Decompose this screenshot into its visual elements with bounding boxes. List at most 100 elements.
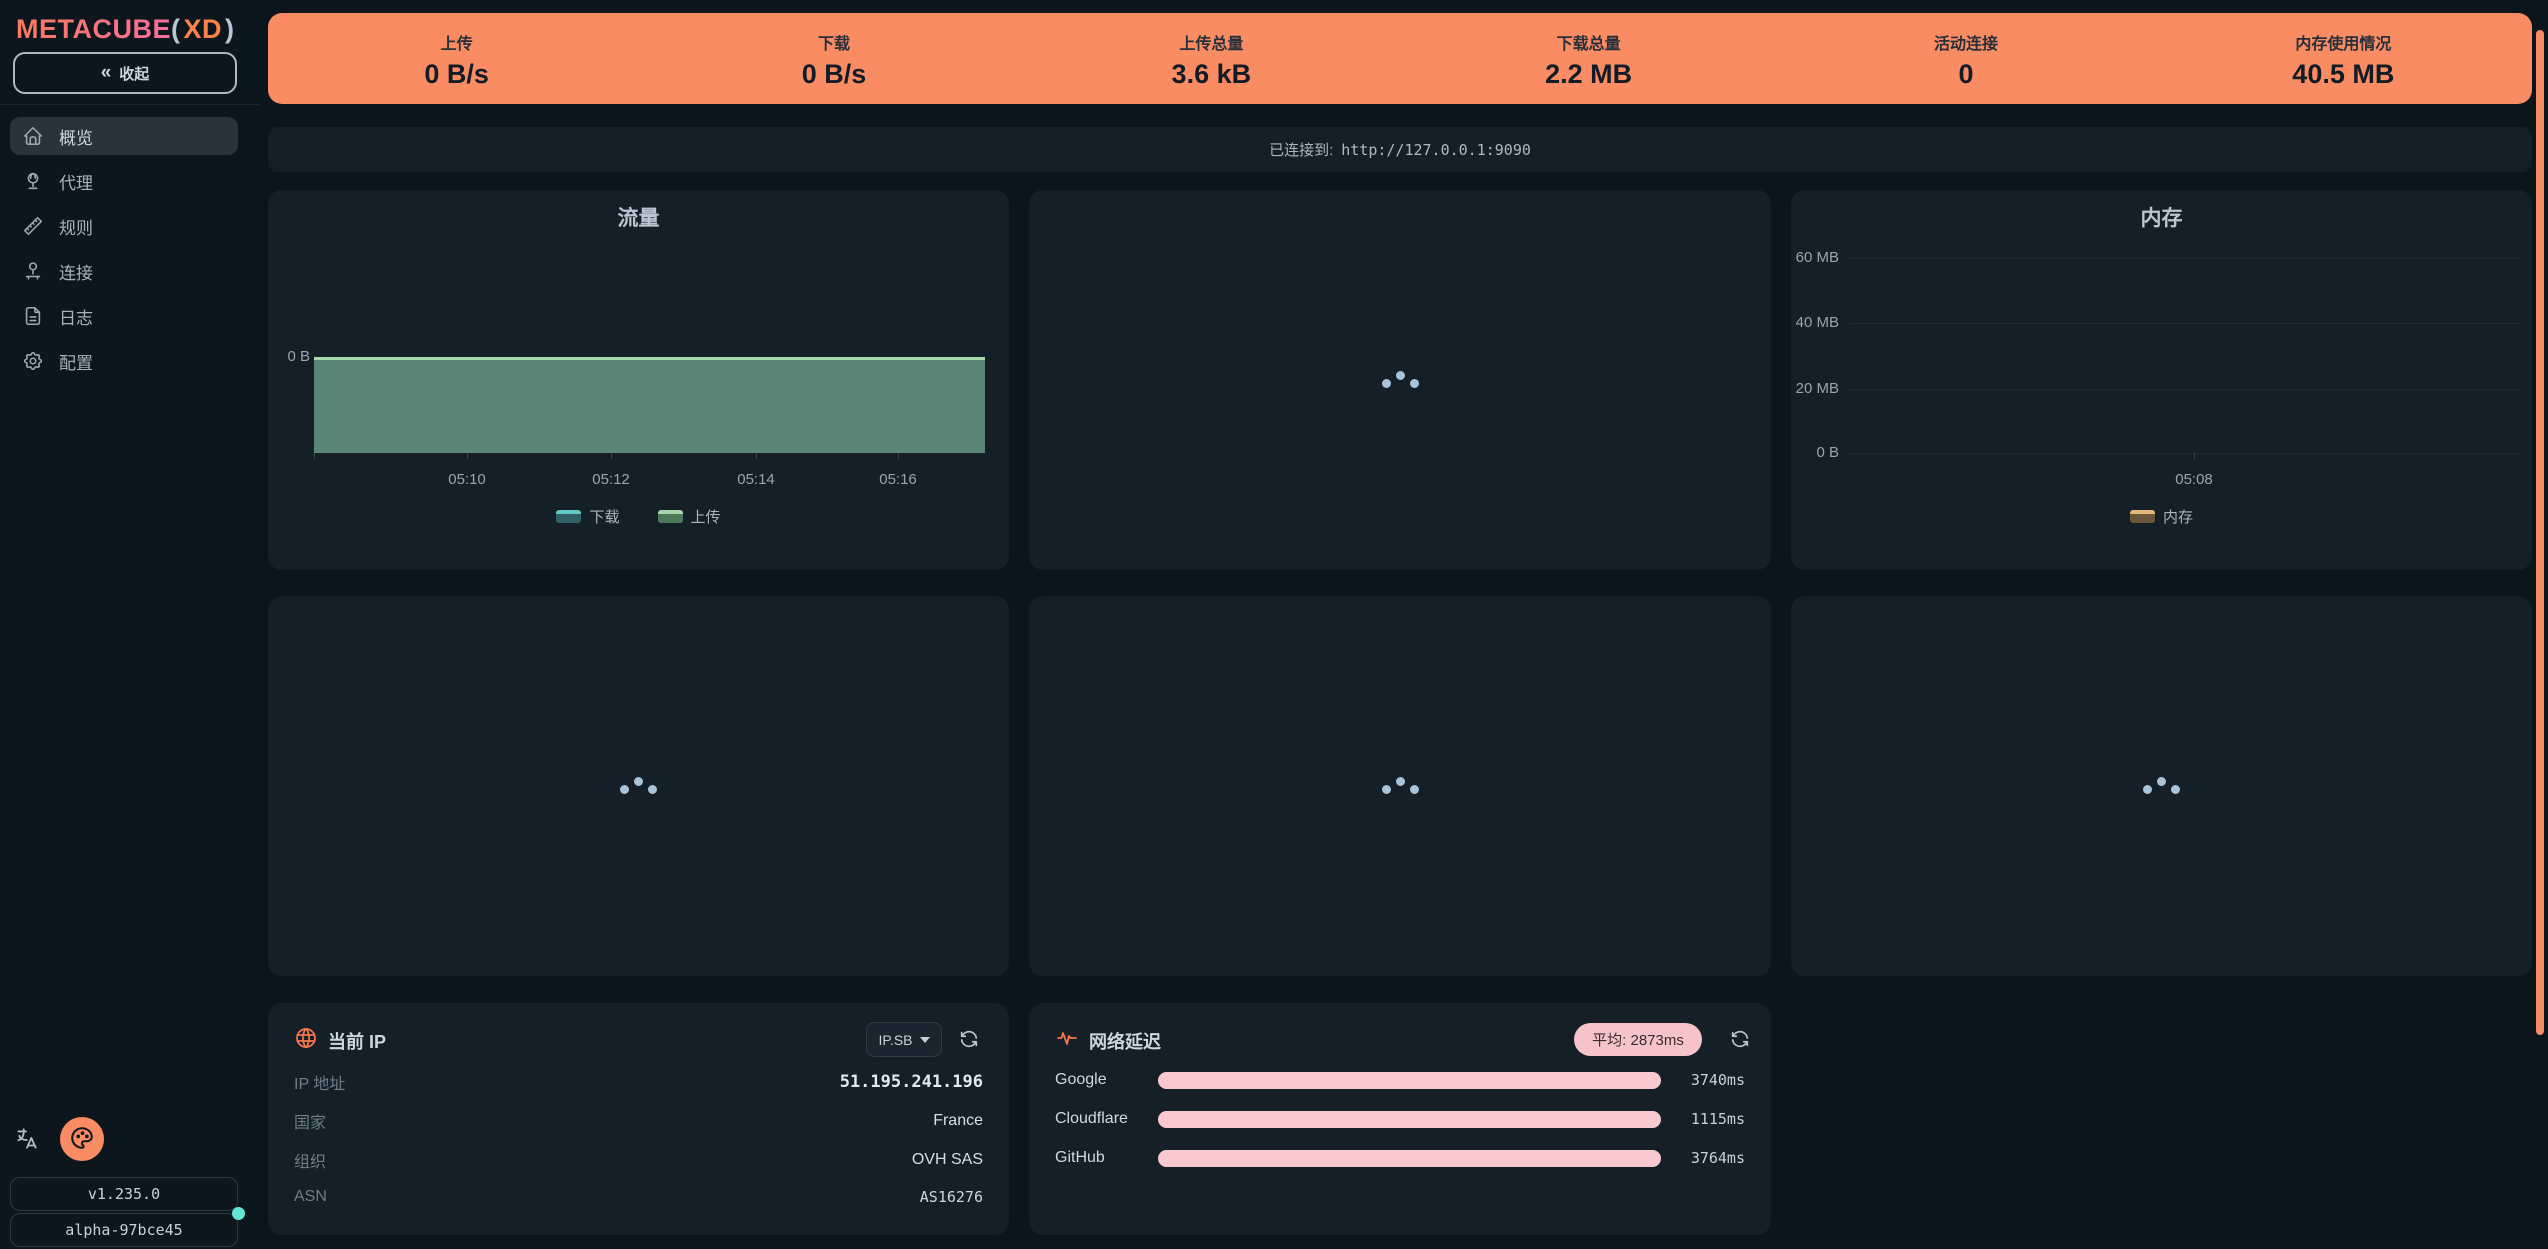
stat-value: 0: [1777, 59, 2154, 90]
sidebar-item-rules[interactable]: 规则: [10, 207, 238, 245]
stat-value: 0 B/s: [268, 59, 645, 90]
refresh-icon: [958, 1038, 980, 1053]
memory-chart-title: 内存: [1791, 202, 2532, 232]
stat-value: 2.2 MB: [1400, 59, 1777, 90]
stat-label: 上传: [268, 30, 645, 54]
row-value: France: [933, 1112, 983, 1130]
latency-row-github: GitHub 3764ms: [1055, 1147, 1745, 1169]
latency-value: 3740ms: [1661, 1071, 1745, 1089]
latency-row-google: Google 3740ms: [1055, 1069, 1745, 1091]
legend-item-download: 下载: [556, 506, 619, 527]
network-latency-card: 网络延迟 平均: 2873ms Google 3740ms Cloudflare…: [1029, 1003, 1771, 1235]
refresh-latency-button[interactable]: [1729, 1028, 1751, 1050]
sidebar-item-label: 连接: [59, 259, 93, 284]
core-version-badge: alpha-97bce45: [10, 1213, 238, 1247]
latency-value: 1115ms: [1661, 1110, 1745, 1128]
legend-label: 下载: [589, 506, 619, 527]
ip-row-address: IP 地址 51.195.241.196: [294, 1071, 983, 1093]
gridline: [1849, 453, 2521, 454]
row-value: AS16276: [920, 1188, 983, 1206]
sidebar-item-label: 配置: [59, 349, 93, 374]
x-axis-tick: [2194, 453, 2195, 459]
connection-status-bar: 已连接到: http://127.0.0.1:9090: [268, 127, 2532, 172]
sidebar-item-logs[interactable]: 日志: [10, 297, 238, 335]
pulse-icon: [1055, 1026, 1079, 1050]
stat-value: 40.5 MB: [2155, 59, 2532, 90]
app-logo: METACUBE(XD): [16, 14, 235, 45]
stat-label: 下载: [645, 30, 1022, 54]
stat-value: 0 B/s: [645, 59, 1022, 90]
loading-dots-icon: [2143, 782, 2180, 791]
sidebar-item-label: 规则: [59, 214, 93, 239]
loading-dots-icon: [1382, 782, 1419, 791]
legend-label: 内存: [2163, 506, 2193, 527]
logo-paren-close: ): [225, 14, 235, 44]
row-label: 组织: [294, 1148, 326, 1172]
x-axis-tick: [611, 453, 612, 459]
main-content: 上传0 B/s 下载0 B/s 上传总量3.6 kB 下载总量2.2 MB 活动…: [268, 0, 2532, 1249]
stat-download: 下载 0 B/s: [645, 28, 1022, 90]
sidebar-item-config[interactable]: 配置: [10, 342, 238, 380]
x-axis-tick: [314, 453, 315, 459]
update-indicator-dot: [232, 1207, 245, 1220]
connection-url: http://127.0.0.1:9090: [1341, 141, 1531, 159]
loading-card: [1029, 596, 1771, 976]
current-ip-title: 当前 IP: [328, 1028, 386, 1054]
scrollbar-thumb[interactable]: [2536, 30, 2544, 1035]
theme-palette-button[interactable]: [60, 1117, 104, 1161]
gridline: [1849, 389, 2521, 390]
memory-swatch-icon: [2130, 510, 2155, 523]
ip-row-organization: 组织 OVH SAS: [294, 1149, 983, 1171]
x-axis-tick: [467, 453, 468, 459]
stat-download-total: 下载总量 2.2 MB: [1400, 28, 1777, 90]
traffic-chart-title: 流量: [268, 202, 1009, 232]
x-tick-label: 05:08: [2175, 471, 2213, 488]
core-version-text: alpha-97bce45: [65, 1221, 182, 1239]
latency-bar: [1158, 1150, 1661, 1167]
download-swatch-icon: [556, 510, 581, 523]
ruler-icon: [22, 215, 44, 237]
stat-upload-total: 上传总量3.6 kB: [1023, 28, 1400, 90]
refresh-ip-button[interactable]: [958, 1028, 980, 1050]
sidebar-collapse-button[interactable]: « 收起: [13, 52, 237, 94]
current-ip-card: 当前 IP IP.SB IP 地址 51.195.241.196 国家 Fran…: [268, 1003, 1009, 1235]
sidebar-footer-icons: [14, 1116, 246, 1162]
version-text: v1.235.0: [88, 1185, 160, 1203]
loading-dots-icon: [1382, 376, 1419, 385]
row-value: 51.195.241.196: [840, 1072, 983, 1092]
globe-icon: [22, 170, 44, 192]
sidebar-item-label: 日志: [59, 304, 93, 329]
sidebar-item-overview[interactable]: 概览: [10, 117, 238, 155]
latency-value: 3764ms: [1661, 1149, 1745, 1167]
x-tick-label: 05:12: [592, 471, 630, 488]
memory-y-tick-label: 60 MB: [1793, 249, 1839, 266]
site-label: GitHub: [1055, 1149, 1158, 1167]
ip-provider-value: IP.SB: [879, 1032, 913, 1048]
traffic-chart-card: 流量 0 B 05:10 05:12 05:14 05:16 下载 上传: [268, 190, 1009, 570]
logo-paren-open: (: [171, 14, 181, 44]
stat-label: 下载总量: [1400, 30, 1777, 54]
loading-card: [268, 596, 1009, 976]
legend-item-memory: 内存: [2130, 506, 2193, 527]
connection-prefix: 已连接到:: [1269, 139, 1333, 160]
traffic-legend: 下载 上传: [268, 506, 1009, 527]
logo-brand-text: METACUBE: [16, 14, 171, 44]
legend-label: 上传: [691, 506, 721, 527]
language-icon[interactable]: [14, 1126, 40, 1152]
ip-provider-select[interactable]: IP.SB: [866, 1022, 942, 1057]
loading-card: [1029, 190, 1771, 570]
collapse-label: 收起: [119, 63, 149, 84]
sidebar-item-connections[interactable]: 连接: [10, 252, 238, 290]
sidebar-item-label: 代理: [59, 169, 93, 194]
upload-swatch-icon: [658, 510, 683, 523]
sidebar-nav: 概览 代理 规则 连接 日志 配置: [10, 117, 238, 387]
x-tick-label: 05:14: [737, 471, 775, 488]
traffic-area-series: [314, 357, 985, 453]
sidebar-item-proxies[interactable]: 代理: [10, 162, 238, 200]
stats-banner: 上传0 B/s 下载0 B/s 上传总量3.6 kB 下载总量2.2 MB 活动…: [268, 13, 2532, 104]
row-label: 国家: [294, 1109, 326, 1133]
stat-memory-usage: 内存使用情况40.5 MB: [2155, 28, 2532, 90]
gridline: [1849, 323, 2521, 324]
latency-row-cloudflare: Cloudflare 1115ms: [1055, 1108, 1745, 1130]
memory-legend: 内存: [1791, 506, 2532, 527]
